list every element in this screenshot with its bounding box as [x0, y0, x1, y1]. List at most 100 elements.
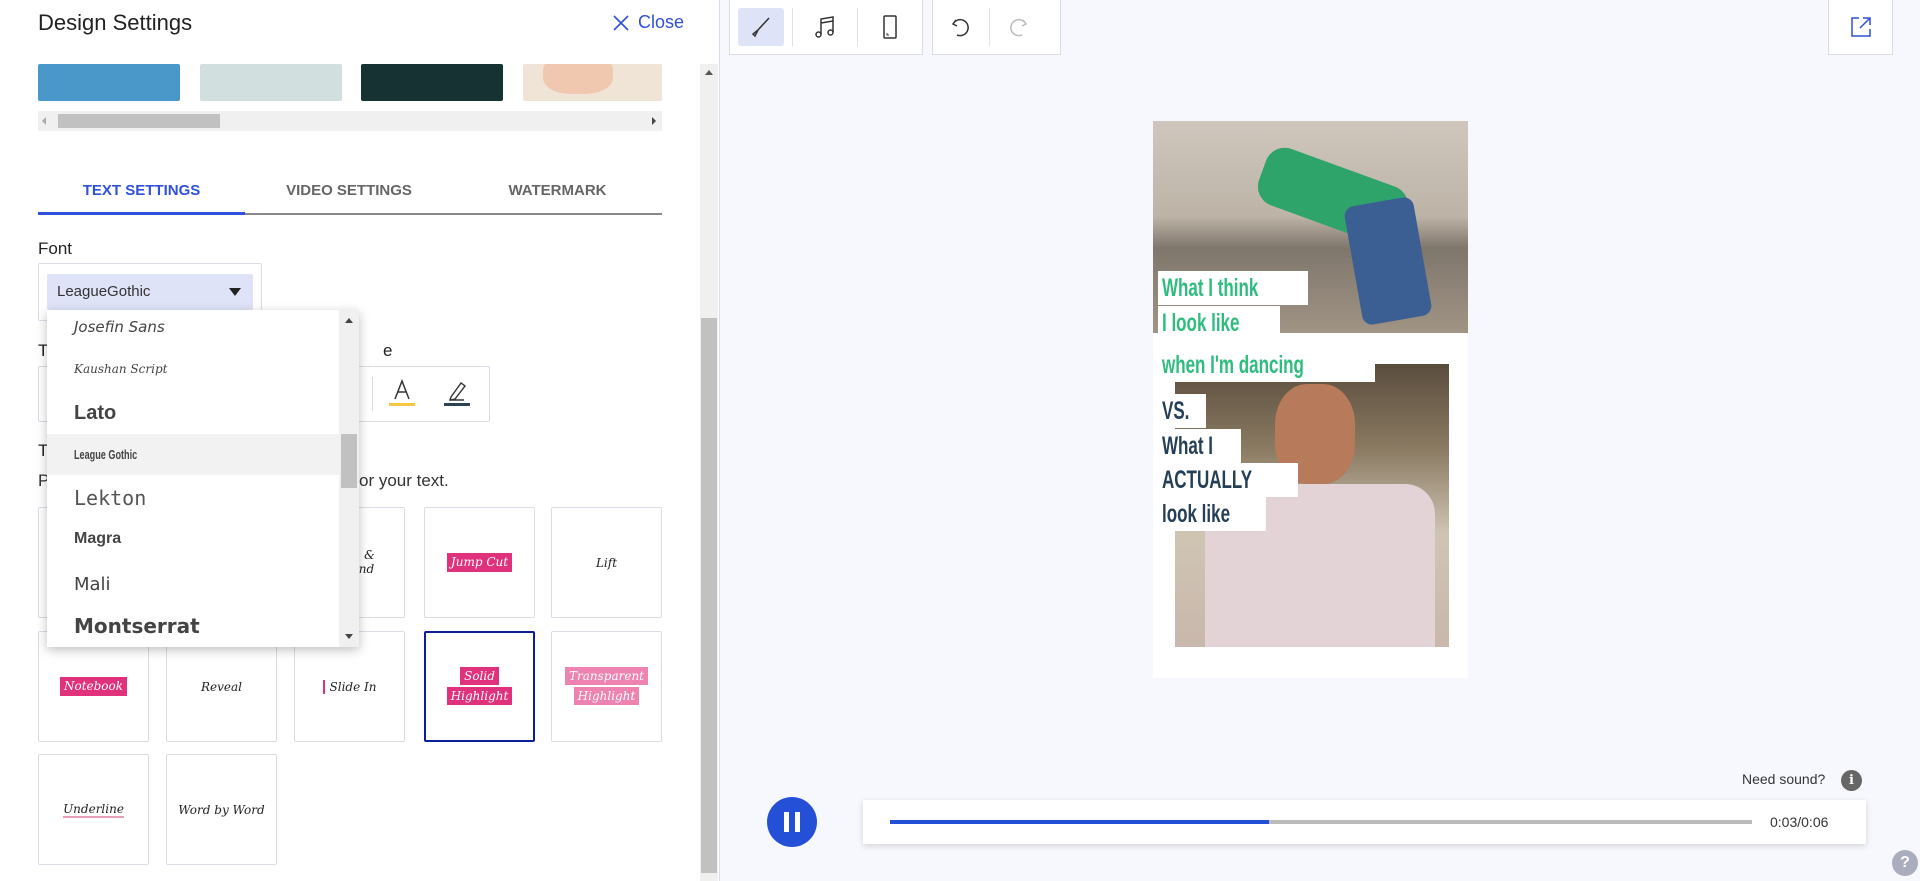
brush-icon — [751, 17, 770, 38]
animation-label: Solid — [460, 667, 499, 686]
scroll-up-icon[interactable] — [705, 70, 713, 75]
font-option-lato[interactable]: Lato — [47, 392, 339, 434]
animation-label: Word by Word — [178, 802, 265, 817]
animation-tile-word-by-word[interactable]: Word by Word — [166, 754, 277, 865]
export-button[interactable] — [1828, 0, 1893, 55]
animation-tile-transparent-highlight[interactable]: Transparent Highlight — [551, 631, 662, 742]
scroll-thumb[interactable] — [58, 114, 220, 128]
font-color-icon — [389, 378, 415, 406]
close-icon — [613, 14, 629, 31]
animation-description-end: or your text. — [359, 471, 449, 490]
scroll-thumb[interactable] — [701, 318, 717, 873]
dropdown-scrollbar[interactable] — [339, 310, 359, 647]
progress-fill — [890, 820, 1270, 824]
animation-label: Notebook — [59, 676, 128, 697]
caption-line: What I — [1158, 429, 1241, 463]
progress-track[interactable] — [890, 820, 1752, 824]
font-select[interactable]: LeagueGothic — [47, 274, 253, 310]
editor-toolbar — [729, 0, 923, 55]
animation-tile-lift[interactable]: Lift — [551, 507, 662, 618]
dancer-legs — [1343, 195, 1433, 327]
animation-label: Jump Cut — [446, 552, 513, 573]
redo-icon — [1010, 18, 1028, 37]
font-dropdown-list: Josefin Sans Kaushan Script Lato League … — [47, 310, 359, 647]
horizontal-scrollbar[interactable] — [38, 111, 662, 131]
music-button[interactable] — [801, 8, 849, 46]
help-icon[interactable]: ? — [1892, 850, 1918, 876]
pause-button[interactable] — [767, 797, 817, 847]
caption-line: when I'm dancing — [1158, 348, 1375, 382]
caption-line: VS. — [1158, 394, 1207, 428]
active-tab-indicator — [38, 212, 245, 215]
design-settings-panel: Design Settings Close TEXT SETTINGS VIDE… — [0, 0, 720, 881]
text-color-label: e — [383, 341, 393, 360]
need-sound-label[interactable]: Need sound? — [1742, 771, 1825, 787]
animation-tile-slide-in[interactable]: Slide In — [294, 631, 405, 742]
time-display: 0:03/0:06 — [1770, 814, 1829, 830]
scroll-up-icon[interactable] — [345, 318, 353, 323]
history-toolbar — [932, 0, 1061, 55]
undo-icon — [951, 18, 969, 37]
caption-line: What I think — [1158, 271, 1308, 305]
scroll-left-icon[interactable] — [42, 117, 46, 125]
font-option-montserrat[interactable]: Montserrat — [47, 605, 339, 647]
video-preview[interactable]: What I think I look like when I'm dancin… — [1153, 121, 1468, 678]
tab-watermark[interactable]: WATERMARK — [453, 180, 662, 214]
info-icon[interactable]: i — [1841, 770, 1862, 791]
font-option-label: League Gothic — [74, 447, 138, 462]
font-option-josefin-sans[interactable]: Josefin Sans — [47, 310, 339, 348]
font-option-magra[interactable]: Magra — [47, 518, 339, 560]
font-select-value: LeagueGothic — [57, 283, 151, 300]
highlight-color-button[interactable] — [444, 377, 474, 411]
animation-label: Lift — [595, 555, 618, 570]
animation-tile-reveal[interactable]: Reveal — [166, 631, 277, 742]
divider — [989, 8, 990, 46]
close-label: Close — [638, 12, 685, 32]
scroll-thumb[interactable] — [341, 434, 357, 488]
theme-swatch[interactable] — [38, 64, 180, 101]
animation-label: Highlight — [573, 686, 640, 705]
animation-label: Transparent — [564, 667, 648, 686]
divider — [372, 377, 373, 411]
font-option-kaushan-script[interactable]: Kaushan Script — [47, 348, 339, 390]
music-icon — [815, 16, 834, 38]
close-button[interactable]: Close — [612, 12, 684, 33]
font-option-lekton[interactable]: Lekton — [47, 477, 339, 519]
panel-scrollbar[interactable] — [700, 64, 718, 881]
undo-button[interactable] — [941, 8, 981, 46]
theme-swatch[interactable] — [523, 64, 662, 101]
font-color-button[interactable] — [387, 377, 417, 411]
divider — [857, 8, 858, 46]
scroll-right-icon[interactable] — [652, 117, 656, 125]
caption-line: ACTUALLY — [1158, 463, 1299, 497]
animation-label: Underline — [63, 801, 124, 818]
export-icon — [1850, 17, 1871, 37]
font-option-mali[interactable]: Mali — [47, 563, 339, 605]
animation-tile-underline[interactable]: Underline — [38, 754, 149, 865]
theme-swatch[interactable] — [200, 64, 342, 101]
playback-bar: 0:03/0:06 — [863, 800, 1866, 844]
caption-line: I look like — [1158, 306, 1280, 340]
font-option-league-gothic[interactable]: League Gothic — [47, 434, 339, 475]
font-label: Font — [38, 239, 73, 258]
animation-label: Highlight — [446, 686, 513, 705]
scroll-down-icon[interactable] — [345, 634, 353, 639]
caption-line: look like — [1158, 497, 1267, 531]
tab-text-settings[interactable]: TEXT SETTINGS — [38, 180, 245, 214]
highlighter-icon — [444, 382, 470, 406]
animation-tile-solid-highlight[interactable]: Solid Highlight — [424, 631, 535, 742]
panel-title: Design Settings — [38, 10, 193, 35]
theme-swatch[interactable] — [361, 64, 503, 101]
animation-tile-notebook[interactable]: Notebook — [38, 631, 149, 742]
pause-icon — [784, 812, 800, 832]
tab-video-settings[interactable]: VIDEO SETTINGS — [245, 180, 453, 214]
caret-down-icon — [229, 288, 241, 296]
animation-label: Reveal — [200, 679, 242, 694]
animation-label: Slide In — [322, 679, 376, 694]
animation-tile-jump-cut[interactable]: Jump Cut — [424, 507, 535, 618]
divider — [792, 8, 793, 46]
phone-frame-icon — [883, 15, 897, 39]
aspect-ratio-button[interactable] — [866, 8, 914, 46]
redo-button[interactable] — [998, 8, 1038, 46]
design-button[interactable] — [738, 8, 784, 46]
